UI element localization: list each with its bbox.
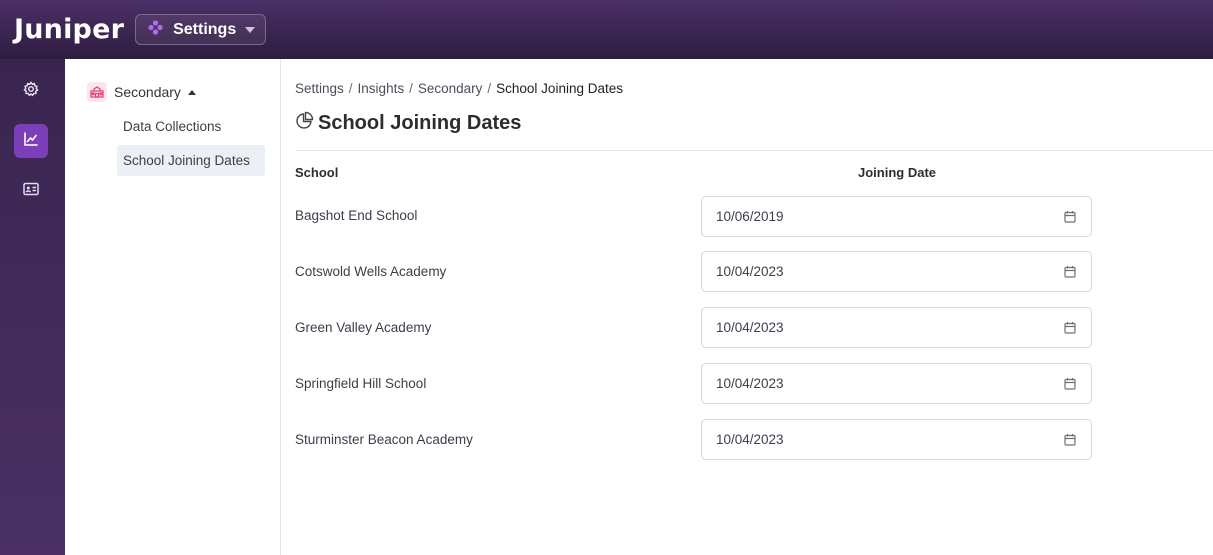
app-switcher-label: Settings bbox=[173, 20, 237, 38]
rail-insights-button[interactable] bbox=[14, 124, 48, 158]
date-value: 10/04/2023 bbox=[716, 432, 784, 447]
page-title-text: School Joining Dates bbox=[318, 111, 522, 134]
apps-icon bbox=[148, 19, 163, 40]
date-value: 10/04/2023 bbox=[716, 376, 784, 391]
title-divider bbox=[295, 150, 1213, 151]
nav-item-data-collections[interactable]: Data Collections bbox=[117, 111, 265, 142]
joining-date-input[interactable]: 10/04/2023 bbox=[701, 307, 1092, 348]
pie-chart-icon bbox=[295, 111, 314, 135]
id-card-icon bbox=[23, 182, 39, 201]
joining-date-input[interactable]: 10/04/2023 bbox=[701, 363, 1092, 404]
school-name: Bagshot End School bbox=[295, 208, 418, 223]
calendar-icon[interactable] bbox=[1063, 265, 1077, 279]
top-bar: Juniper Settings bbox=[0, 0, 1213, 59]
rail-settings-button[interactable] bbox=[14, 74, 48, 108]
school-name: Green Valley Academy bbox=[295, 320, 432, 335]
school-name: Cotswold Wells Academy bbox=[295, 264, 447, 279]
breadcrumb-settings[interactable]: Settings bbox=[295, 81, 344, 96]
section-nav: Secondary Data Collections School Joinin… bbox=[65, 59, 281, 555]
column-header-school: School bbox=[295, 165, 339, 180]
date-value: 10/06/2019 bbox=[716, 209, 784, 224]
breadcrumb: Settings / Insights / Secondary / School… bbox=[295, 81, 623, 96]
calendar-icon[interactable] bbox=[1063, 210, 1077, 224]
school-icon bbox=[87, 82, 107, 102]
breadcrumb-current: School Joining Dates bbox=[496, 81, 623, 96]
gear-icon bbox=[23, 80, 39, 102]
breadcrumb-separator: / bbox=[348, 81, 353, 96]
date-value: 10/04/2023 bbox=[716, 264, 784, 279]
app-switcher-button[interactable]: Settings bbox=[135, 14, 267, 45]
school-name: Springfield Hill School bbox=[295, 376, 427, 391]
juniper-logo[interactable]: Juniper bbox=[14, 14, 124, 45]
breadcrumb-separator: / bbox=[487, 81, 492, 96]
chevron-down-icon bbox=[245, 26, 256, 33]
joining-date-input[interactable]: 10/06/2019 bbox=[701, 196, 1092, 237]
breadcrumb-secondary[interactable]: Secondary bbox=[418, 81, 483, 96]
chevron-up-icon bbox=[187, 89, 196, 95]
breadcrumb-insights[interactable]: Insights bbox=[358, 81, 405, 96]
calendar-icon[interactable] bbox=[1063, 321, 1077, 335]
column-header-joining-date: Joining Date bbox=[858, 165, 937, 180]
nav-item-school-joining-dates[interactable]: School Joining Dates bbox=[117, 145, 265, 176]
joining-date-input[interactable]: 10/04/2023 bbox=[701, 419, 1092, 460]
rail-contacts-button[interactable] bbox=[14, 174, 48, 208]
joining-date-input[interactable]: 10/04/2023 bbox=[701, 251, 1092, 292]
calendar-icon[interactable] bbox=[1063, 433, 1077, 447]
date-value: 10/04/2023 bbox=[716, 320, 784, 335]
nav-group-secondary[interactable]: Secondary bbox=[87, 82, 196, 102]
calendar-icon[interactable] bbox=[1063, 377, 1077, 391]
icon-rail bbox=[0, 59, 65, 555]
school-name: Sturminster Beacon Academy bbox=[295, 432, 473, 447]
page-title: School Joining Dates bbox=[295, 111, 521, 135]
breadcrumb-separator: / bbox=[409, 81, 413, 96]
main-content: Settings / Insights / Secondary / School… bbox=[281, 59, 1213, 555]
nav-group-label: Secondary bbox=[114, 84, 181, 100]
chart-icon bbox=[23, 131, 39, 152]
